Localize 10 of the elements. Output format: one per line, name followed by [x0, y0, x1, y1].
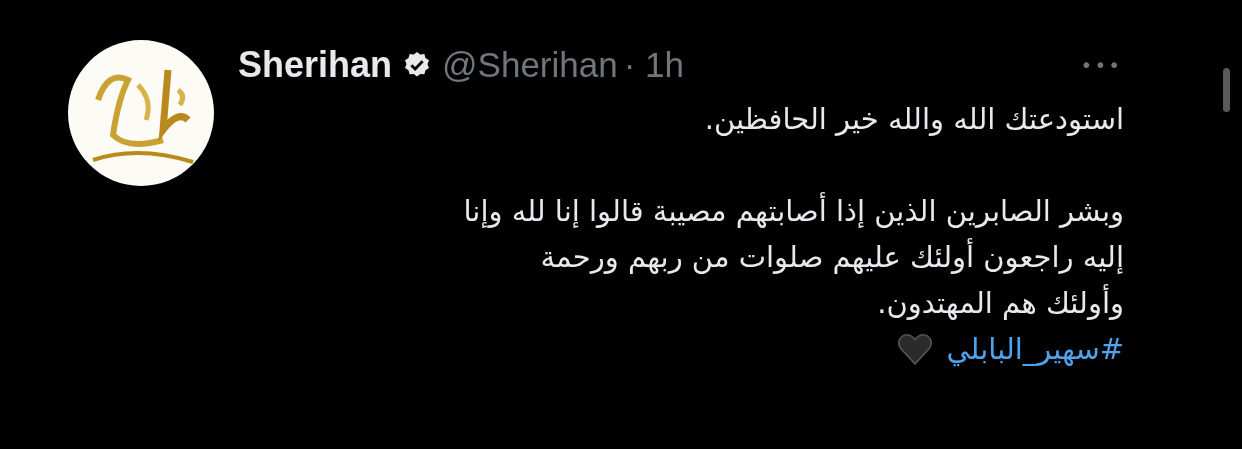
- more-button[interactable]: •••: [1078, 53, 1124, 77]
- tweet-text: وبشر الصابرين الذين إذا أصابتهم مصيبة قالوا إنا لله وإنا إليه راجعون أولئك عليهم صلوات من ربهم ورحمة وأولئك هم المهتدون.: [462, 191, 1124, 322]
- scrollbar[interactable]: [1223, 68, 1230, 112]
- tweet-text: استودعتك الله والله خير الحافظين.: [703, 101, 1124, 138]
- author-handle[interactable]: @Sherihan: [442, 45, 618, 85]
- heart-icon: [898, 333, 933, 365]
- author-name[interactable]: Sherihan: [238, 44, 393, 86]
- avatar-icon[interactable]: [68, 40, 214, 186]
- hashtag-link[interactable]: #سهير_البابلي: [946, 326, 1124, 372]
- timestamp[interactable]: · 1h: [623, 45, 684, 85]
